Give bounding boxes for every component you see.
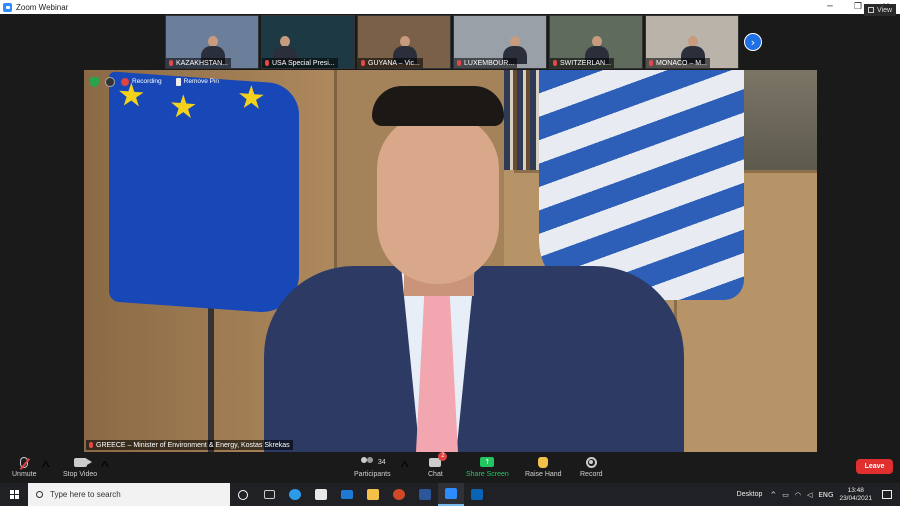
meeting-info-icon[interactable] — [105, 76, 115, 87]
zoom-app-icon — [3, 2, 12, 12]
grid-view-icon — [868, 7, 874, 13]
chat-button[interactable]: 2 Chat — [428, 451, 448, 483]
window-title: Zoom Webinar — [16, 2, 69, 12]
file-explorer-icon[interactable] — [360, 483, 386, 506]
record-button[interactable]: Record — [580, 455, 603, 483]
participant-thumbnail[interactable]: GUYANA – Vic... — [357, 15, 451, 69]
active-speaker-video: ★ ★ ★ Recording Remove Pin GREECE – Mini… — [84, 70, 817, 452]
security-shield-icon[interactable] — [90, 76, 99, 87]
participant-thumbnail[interactable]: MONACO – M... — [645, 15, 739, 69]
participant-strip: KAZAKHSTAN... USA Special Presi... GUYAN… — [0, 14, 900, 70]
show-hidden-icons-caret[interactable]: ^ — [770, 491, 776, 499]
language-indicator[interactable]: ENG — [818, 491, 833, 499]
muted-microphone-icon — [20, 456, 29, 468]
raise-hand-icon — [538, 456, 549, 468]
edge-icon[interactable] — [282, 483, 308, 506]
participant-name: MONACO – M... — [646, 58, 710, 68]
participant-thumbnail[interactable]: USA Special Presi... — [261, 15, 355, 69]
muted-mic-icon — [457, 60, 461, 66]
record-icon — [585, 456, 597, 468]
participant-name: GUYANA – Vic... — [358, 58, 423, 68]
outlook-icon[interactable] — [464, 483, 490, 506]
notifications-icon[interactable] — [882, 490, 892, 499]
minimize-button[interactable]: ─ — [816, 0, 844, 14]
word-icon[interactable] — [412, 483, 438, 506]
title-bar: Zoom Webinar ─ ❐ ✕ — [0, 0, 900, 14]
unread-chat-badge: 2 — [438, 451, 448, 461]
share-screen-button[interactable]: ↑ Share Screen — [466, 455, 509, 483]
store-icon[interactable] — [308, 483, 334, 506]
battery-icon[interactable]: ▭ — [782, 491, 789, 499]
clock-time: 13:48 — [847, 486, 864, 494]
speaker-name-label: GREECE – Minister of Environment & Energ… — [86, 440, 293, 450]
participants-icon — [359, 457, 375, 467]
participant-name: SWITZERLAN... — [550, 58, 614, 68]
chat-icon: 2 — [429, 451, 448, 467]
clock-date: 23/04/2021 — [839, 494, 872, 502]
meeting-toolbar: Unmute ^ Stop Video ^ 34 Participants ^ … — [0, 451, 900, 483]
start-button[interactable] — [0, 483, 28, 506]
network-icon[interactable]: ◠ — [795, 491, 801, 499]
participant-thumbnail[interactable]: KAZAKHSTAN... — [165, 15, 259, 69]
system-tray: Desktop ^ ▭ ◠ ◁ ENG 13:48 23/04/2021 — [737, 483, 900, 506]
search-icon — [36, 491, 43, 498]
remove-pin-button[interactable]: Remove Pin — [175, 76, 219, 87]
participant-thumbnail[interactable]: LUXEMBOUR... — [453, 15, 547, 69]
recording-indicator: Recording — [121, 76, 162, 87]
zoom-taskbar-icon[interactable] — [438, 483, 464, 506]
next-page-button[interactable]: › — [744, 33, 762, 51]
muted-mic-icon — [361, 60, 365, 66]
muted-mic-icon — [649, 60, 653, 66]
flag-pole — [208, 290, 214, 452]
participant-thumbnail[interactable]: SWITZERLAN... — [549, 15, 643, 69]
muted-mic-icon — [89, 442, 93, 448]
participant-name: LUXEMBOUR... — [454, 58, 518, 68]
muted-mic-icon — [553, 60, 557, 66]
raise-hand-button[interactable]: Raise Hand — [525, 455, 562, 483]
zoom-window: Zoom Webinar ─ ❐ ✕ View KAZAKHSTAN... US… — [0, 0, 900, 483]
search-input[interactable] — [50, 490, 210, 499]
participant-name: KAZAKHSTAN... — [166, 58, 231, 68]
view-button-label: View — [877, 6, 893, 14]
participant-name: USA Special Presi... — [262, 58, 338, 68]
participants-button[interactable]: 34 Participants — [354, 455, 391, 483]
task-view-icon[interactable] — [256, 483, 282, 506]
share-screen-icon: ↑ — [480, 457, 495, 467]
mail-icon[interactable] — [334, 483, 360, 506]
stop-video-button[interactable]: Stop Video — [63, 455, 97, 483]
taskbar-search[interactable] — [28, 483, 230, 506]
meeting-status-badges: Recording Remove Pin — [90, 76, 219, 87]
windows-taskbar: Desktop ^ ▭ ◠ ◁ ENG 13:48 23/04/2021 — [0, 483, 900, 506]
recording-dot-icon — [121, 77, 129, 86]
speaker — [264, 86, 684, 452]
leave-button[interactable]: Leave — [856, 459, 893, 474]
unmute-button[interactable]: Unmute — [12, 455, 37, 483]
taskbar-clock[interactable]: 13:48 23/04/2021 — [839, 487, 872, 503]
participant-count: 34 — [377, 458, 386, 466]
muted-mic-icon — [169, 60, 173, 66]
powerpoint-icon[interactable] — [386, 483, 412, 506]
muted-mic-icon — [265, 60, 269, 66]
video-camera-icon — [73, 457, 92, 467]
pin-icon — [175, 77, 181, 86]
cortana-icon[interactable] — [230, 483, 256, 506]
desktop-toolbar-label[interactable]: Desktop — [737, 491, 763, 498]
windows-logo-icon — [9, 490, 19, 499]
volume-icon[interactable]: ◁ — [807, 491, 812, 499]
